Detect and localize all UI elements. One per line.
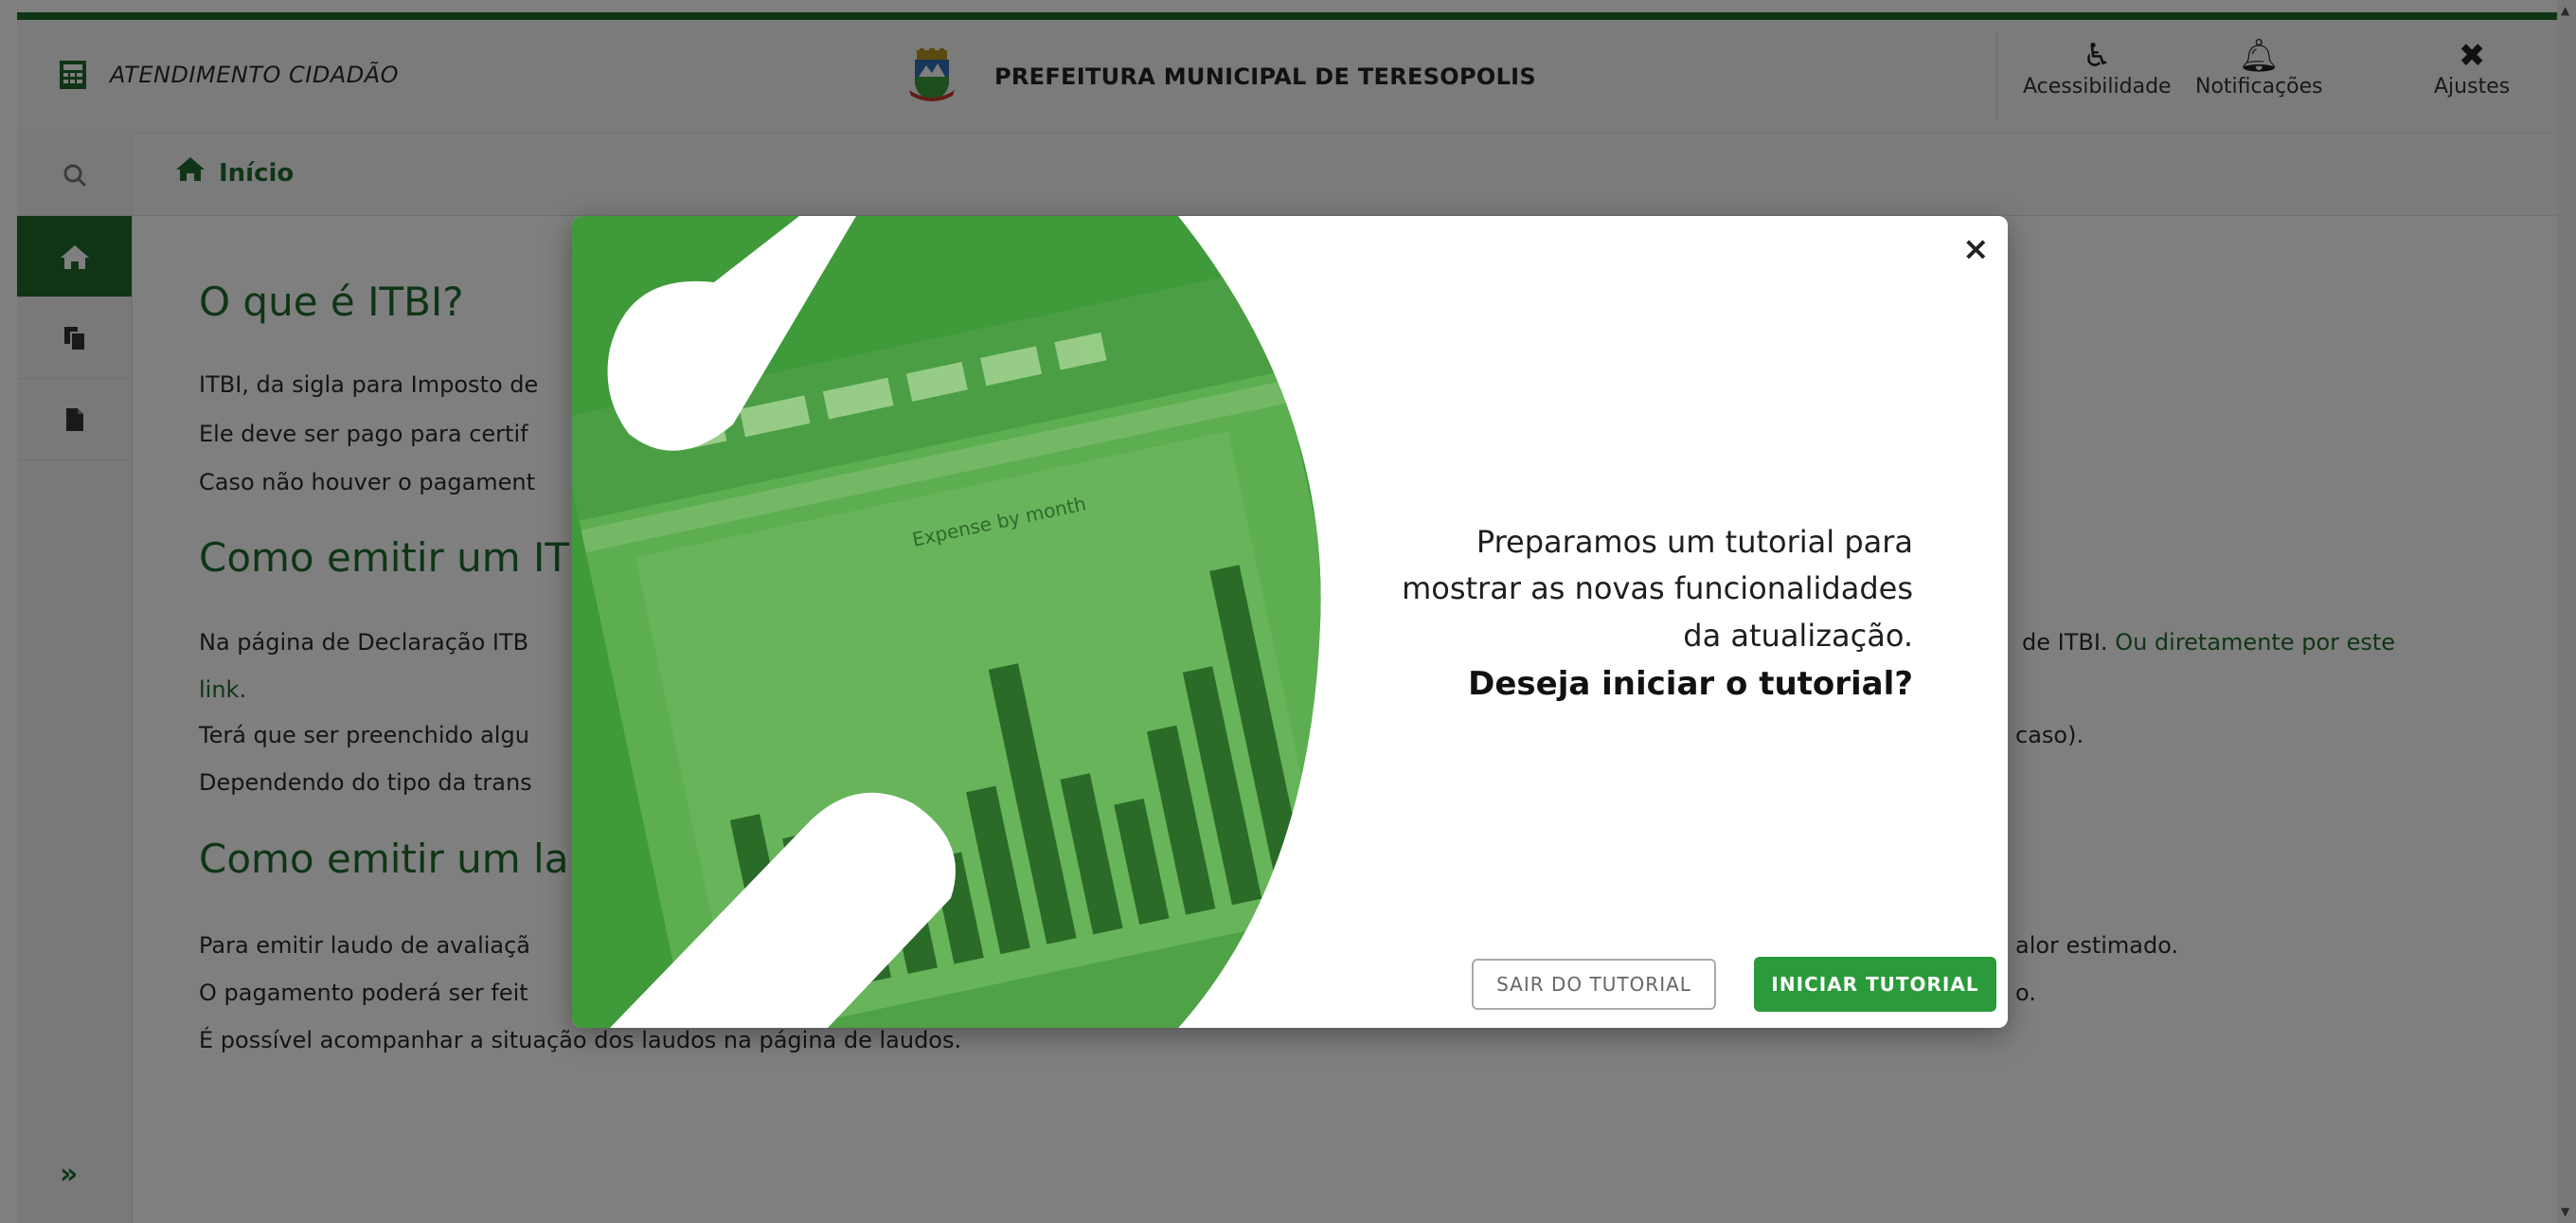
message-line: Preparamos um tutorial para (1476, 524, 1913, 560)
start-tutorial-button[interactable]: INICIAR TUTORIAL (1754, 957, 1996, 1012)
close-icon[interactable]: × (1962, 233, 1990, 265)
message-line: mostrar as novas funcionalidades (1402, 570, 1913, 607)
message-line: da atualização. (1683, 617, 1913, 654)
tutorial-message: Preparamos um tutorial para mostrar as n… (1250, 519, 1913, 709)
tutorial-question: Deseja iniciar o tutorial? (1468, 664, 1913, 703)
exit-tutorial-button[interactable]: SAIR DO TUTORIAL (1472, 959, 1716, 1010)
tutorial-modal: Expense by month × Preparamos um tutoria… (572, 216, 2008, 1028)
